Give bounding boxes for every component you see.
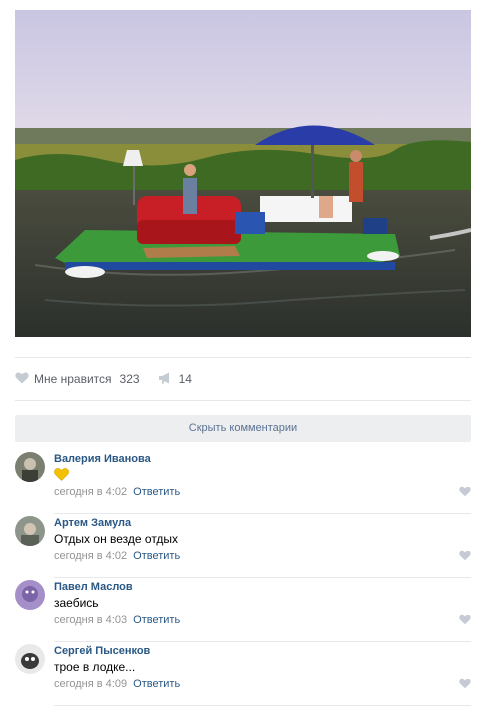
comment-author[interactable]: Валерия Иванова (54, 453, 151, 465)
raft-photo-illustration (15, 10, 471, 337)
post-actions: Мне нравится 323 14 (15, 368, 192, 390)
reply-link[interactable]: Ответить (133, 614, 180, 626)
comment-text (54, 468, 69, 484)
like-button[interactable]: Мне нравится 323 (15, 371, 140, 387)
comment-author[interactable]: Павел Маслов (54, 581, 133, 593)
small-heart-icon[interactable] (459, 548, 471, 561)
avatar[interactable] (15, 644, 45, 674)
heart-icon (15, 371, 29, 387)
comment-meta: сегодня в 4:02 Ответить (54, 550, 180, 562)
comment-author[interactable]: Сергей Пысенков (54, 645, 150, 657)
comment-item: Сергей Пысенков трое в лодке... сегодня … (15, 644, 471, 706)
divider (15, 357, 471, 358)
small-heart-icon[interactable] (459, 484, 471, 497)
avatar[interactable] (15, 580, 45, 610)
comment-meta: сегодня в 4:02 Ответить (54, 486, 180, 498)
avatar[interactable] (15, 516, 45, 546)
post-photo[interactable] (15, 10, 471, 337)
comment-item: Артем Замула Отдых он везде отдых сегодн… (15, 516, 471, 578)
reply-link[interactable]: Ответить (133, 550, 180, 562)
divider (15, 400, 471, 401)
hide-comments-button[interactable]: Скрыть комментарии (15, 415, 471, 442)
comment-text: Отдых он везде отдых (54, 532, 179, 546)
comment-item: Павел Маслов заебись сегодня в 4:03 Отве… (15, 580, 471, 642)
comment-text: заебись (54, 596, 99, 610)
comment-divider (54, 641, 471, 642)
share-button[interactable]: 14 (158, 372, 192, 387)
comment-meta: сегодня в 4:09 Ответить (54, 678, 180, 690)
like-label: Мне нравится (34, 372, 112, 386)
comment-divider (54, 577, 471, 578)
comment-time[interactable]: сегодня в 4:09 (54, 678, 127, 690)
comment-time[interactable]: сегодня в 4:02 (54, 550, 127, 562)
avatar[interactable] (15, 452, 45, 482)
megaphone-icon (158, 372, 172, 387)
comment-time[interactable]: сегодня в 4:02 (54, 486, 127, 498)
comment-divider (54, 513, 471, 514)
reply-link[interactable]: Ответить (133, 678, 180, 690)
yellow-heart-icon (54, 468, 69, 484)
comment-author[interactable]: Артем Замула (54, 517, 131, 529)
comment-text: трое в лодке... (54, 660, 136, 674)
share-count: 14 (178, 372, 192, 386)
comment-time[interactable]: сегодня в 4:03 (54, 614, 127, 626)
comment-item: Валерия Иванова сегодня в 4:02 Ответить (15, 452, 471, 514)
comment-meta: сегодня в 4:03 Ответить (54, 614, 180, 626)
small-heart-icon[interactable] (459, 612, 471, 625)
like-count: 323 (119, 372, 140, 386)
reply-link[interactable]: Ответить (133, 486, 180, 498)
small-heart-icon[interactable] (459, 676, 471, 689)
